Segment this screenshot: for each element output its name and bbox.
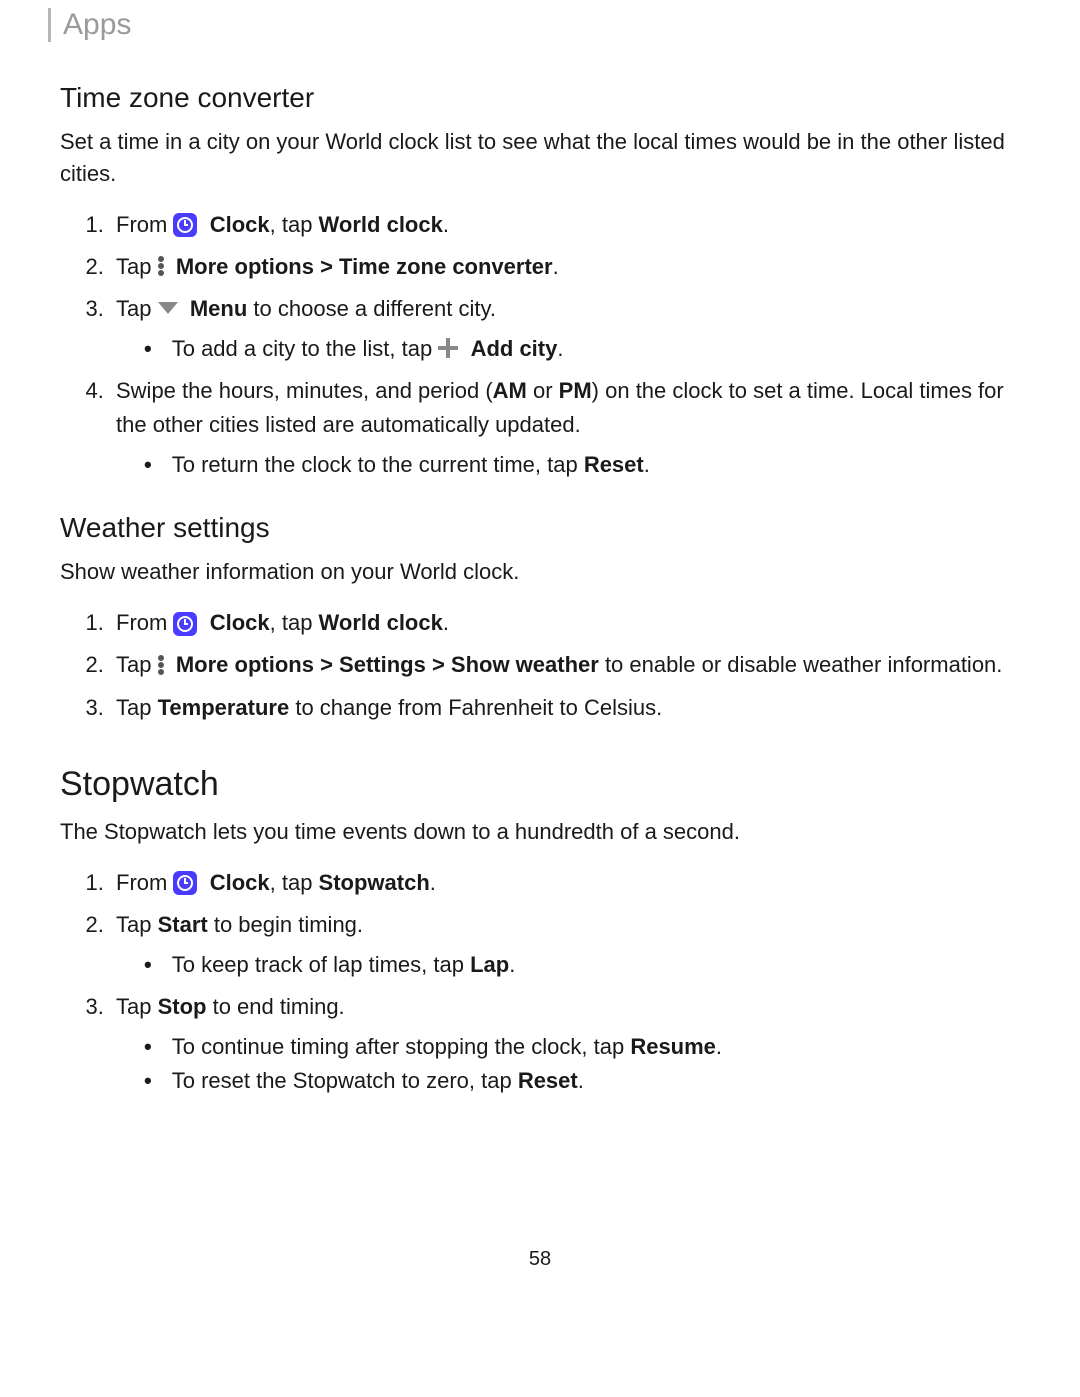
step-item: Tap Start to begin timing. To keep track… [110, 908, 1020, 982]
clock-icon [173, 213, 197, 237]
text: To keep track of lap times, tap [172, 952, 470, 977]
steps-stopwatch: From Clock, tap Stopwatch. Tap Start to … [60, 866, 1020, 1099]
more-options-icon [158, 655, 164, 675]
step-item: From Clock, tap Stopwatch. [110, 866, 1020, 900]
world-clock-label: World clock [319, 610, 443, 635]
settings-label: Settings [339, 652, 426, 677]
text: To add a city to the list, tap [172, 336, 439, 361]
bullet-item: To keep track of lap times, tap Lap. [144, 948, 1020, 982]
clock-label: Clock [210, 870, 270, 895]
section-heading-stopwatch: Stopwatch [60, 765, 1020, 804]
step-item: From Clock, tap World clock. [110, 208, 1020, 242]
text: . [578, 1068, 584, 1093]
add-city-label: Add city [471, 336, 558, 361]
bullet-item: To return the clock to the current time,… [144, 448, 1020, 482]
bullet-item: To continue timing after stopping the cl… [144, 1030, 1020, 1064]
text: To return the clock to the current time,… [172, 452, 584, 477]
bullet-item: To reset the Stopwatch to zero, tap Rese… [144, 1064, 1020, 1098]
step-item: From Clock, tap World clock. [110, 606, 1020, 640]
text: From [116, 610, 173, 635]
reset-label: Reset [584, 452, 644, 477]
bullet-item: To add a city to the list, tap Add city. [144, 332, 1020, 366]
section-intro-weather: Show weather information on your World c… [60, 556, 1020, 588]
pm-label: PM [559, 378, 592, 403]
reset-label: Reset [518, 1068, 578, 1093]
temperature-label: Temperature [158, 695, 290, 720]
text: , tap [270, 870, 319, 895]
text: to enable or disable weather information… [599, 652, 1003, 677]
separator: > [314, 652, 339, 677]
document-page: Apps Time zone converter Set a time in a… [0, 0, 1080, 1311]
clock-label: Clock [210, 212, 270, 237]
step-item: Tap Menu to choose a different city. To … [110, 292, 1020, 366]
text: . [430, 870, 436, 895]
text: Tap [116, 994, 158, 1019]
text: To reset the Stopwatch to zero, tap [172, 1068, 518, 1093]
step-item: Swipe the hours, minutes, and period (AM… [110, 374, 1020, 482]
text: to choose a different city. [247, 296, 496, 321]
stop-label: Stop [158, 994, 207, 1019]
show-weather-label: Show weather [451, 652, 599, 677]
more-options-label: More options [176, 652, 314, 677]
text: From [116, 870, 173, 895]
resume-label: Resume [630, 1034, 716, 1059]
steps-weather: From Clock, tap World clock. Tap More op… [60, 606, 1020, 724]
text: . [509, 952, 515, 977]
section-heading-weather: Weather settings [60, 512, 1020, 544]
text: Tap [116, 695, 158, 720]
separator: > [426, 652, 451, 677]
section-intro-timezone: Set a time in a city on your World clock… [60, 126, 1020, 190]
text: Swipe the hours, minutes, and period ( [116, 378, 493, 403]
text: From [116, 212, 173, 237]
clock-label: Clock [210, 610, 270, 635]
menu-label: Menu [190, 296, 247, 321]
add-icon [438, 338, 458, 358]
clock-icon [173, 612, 197, 636]
more-options-icon [158, 256, 164, 276]
text: . [443, 610, 449, 635]
steps-timezone: From Clock, tap World clock. Tap More op… [60, 208, 1020, 483]
stopwatch-label: Stopwatch [319, 870, 430, 895]
text: . [553, 254, 559, 279]
am-label: AM [493, 378, 527, 403]
page-number: 58 [60, 1248, 1020, 1271]
text: Tap [116, 652, 158, 677]
world-clock-label: World clock [319, 212, 443, 237]
text: To continue timing after stopping the cl… [172, 1034, 631, 1059]
clock-icon [173, 871, 197, 895]
start-label: Start [158, 912, 208, 937]
text: . [716, 1034, 722, 1059]
step-item: Tap More options > Settings > Show weath… [110, 648, 1020, 682]
text: , tap [270, 610, 319, 635]
text: Tap [116, 254, 158, 279]
text: , tap [270, 212, 319, 237]
text: Tap [116, 912, 158, 937]
text: to end timing. [206, 994, 344, 1019]
text: Tap [116, 296, 158, 321]
tz-converter-label: Time zone converter [339, 254, 553, 279]
section-intro-stopwatch: The Stopwatch lets you time events down … [60, 816, 1020, 848]
text: to begin timing. [208, 912, 363, 937]
breadcrumb: Apps [63, 8, 131, 41]
separator: > [314, 254, 339, 279]
step-item: Tap Temperature to change from Fahrenhei… [110, 691, 1020, 725]
section-heading-timezone: Time zone converter [60, 82, 1020, 114]
text: . [557, 336, 563, 361]
text: . [443, 212, 449, 237]
step-item: Tap More options > Time zone converter. [110, 250, 1020, 284]
text: to change from Fahrenheit to Celsius. [289, 695, 662, 720]
menu-caret-icon [158, 302, 178, 314]
more-options-label: More options [176, 254, 314, 279]
lap-label: Lap [470, 952, 509, 977]
step-item: Tap Stop to end timing. To continue timi… [110, 990, 1020, 1098]
breadcrumb-container: Apps [48, 8, 1020, 42]
text: . [644, 452, 650, 477]
text: or [527, 378, 559, 403]
